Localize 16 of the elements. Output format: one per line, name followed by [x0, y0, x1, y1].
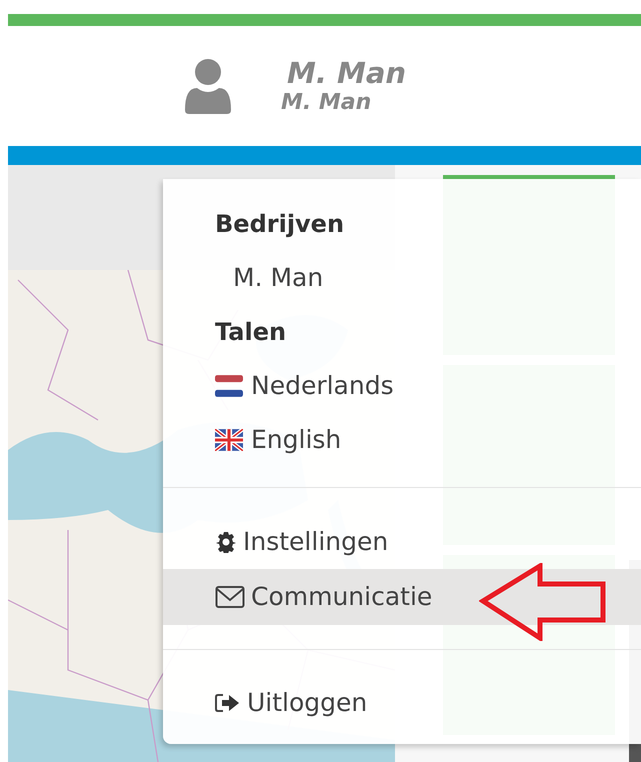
menu-item[interactable]: Communicatie	[163, 569, 641, 625]
mail-icon	[215, 585, 245, 609]
section-heading: Talen	[214, 317, 288, 348]
section-heading: Bedrijven	[214, 209, 346, 240]
menu-item[interactable]: M. Man	[215, 259, 324, 297]
menu-item[interactable]: Nederlands	[251, 367, 394, 405]
menu-item[interactable]: English	[251, 421, 342, 459]
menu-item[interactable]: Instellingen	[163, 515, 641, 569]
menu-item[interactable]: Uitloggen	[163, 676, 641, 730]
settings-icon	[215, 531, 237, 553]
flag-icon	[215, 429, 243, 451]
user-name: M. Man	[287, 56, 406, 90]
company-name: M. Man	[281, 90, 372, 116]
user-icon	[183, 58, 233, 114]
flag-icon	[215, 375, 243, 397]
logout-icon	[215, 693, 241, 713]
